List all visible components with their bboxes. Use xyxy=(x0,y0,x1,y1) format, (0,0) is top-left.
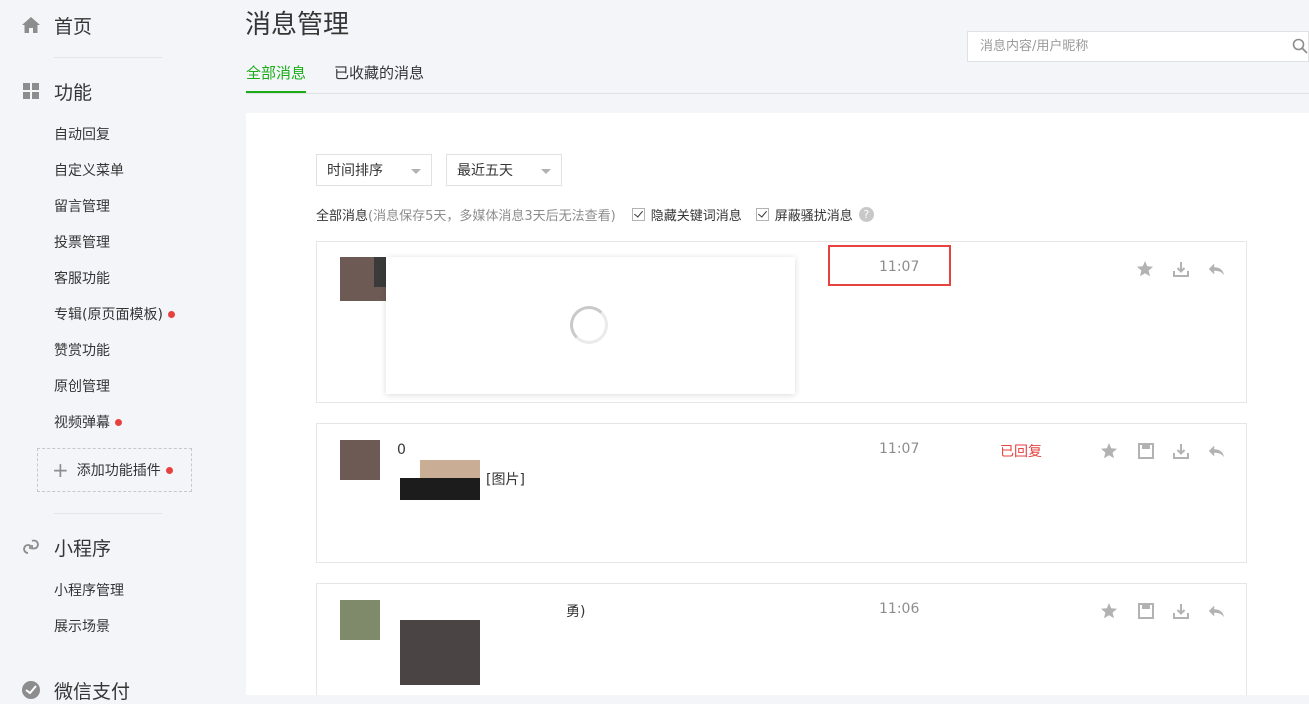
nav-miniprogram-label: 小程序 xyxy=(54,537,112,560)
new-badge-dot xyxy=(115,418,122,426)
download-icon[interactable] xyxy=(1172,442,1190,460)
sidebar-item-comments[interactable]: 留言管理 xyxy=(54,197,110,215)
block-harass-label[interactable]: 屏蔽骚扰消息 xyxy=(775,205,853,224)
sender-name: 0 xyxy=(397,442,406,458)
sidebar-item-reward[interactable]: 赞赏功能 xyxy=(54,341,110,359)
filter-label: 全部消息 xyxy=(316,208,369,224)
blurred-content xyxy=(420,460,480,480)
sidebar-item-label: 展示场景 xyxy=(54,619,110,635)
blurred-content xyxy=(400,620,480,685)
hide-keyword-checkbox[interactable] xyxy=(631,207,645,221)
search-input[interactable] xyxy=(978,38,1282,55)
sidebar-item-miniprogram-manage[interactable]: 小程序管理 xyxy=(54,581,124,599)
divider xyxy=(54,57,162,58)
loading-spinner-icon xyxy=(570,306,608,344)
message-text: 勇) xyxy=(566,604,586,620)
filter-bar: 全部消息 (消息保存5天，多媒体消息3天后无法查看) 隐藏关键词消息 屏蔽骚扰消… xyxy=(316,205,874,224)
nav-miniprogram[interactable]: 小程序 xyxy=(20,535,112,560)
range-select-value: 最近五天 xyxy=(457,163,513,179)
tab-starred-messages[interactable]: 已收藏的消息 xyxy=(334,62,424,93)
star-icon[interactable] xyxy=(1100,442,1118,460)
retention-note: (消息保存5天，多媒体消息3天后无法查看) xyxy=(368,208,616,224)
reply-icon[interactable] xyxy=(1207,442,1225,460)
avatar-overlay xyxy=(374,257,386,287)
avatar[interactable] xyxy=(340,600,380,640)
sidebar: 首页 功能 自动回复 自定义菜单 留言管理 投票管理 客服功能 专辑(原页面模板… xyxy=(0,0,230,703)
replied-status: 已回复 xyxy=(1000,444,1042,460)
message-text: [图片] xyxy=(486,472,525,488)
sidebar-item-label: 留言管理 xyxy=(54,199,110,215)
sidebar-item-auto-reply[interactable]: 自动回复 xyxy=(54,125,110,143)
sidebar-item-label: 视频弹幕 xyxy=(54,415,110,431)
nav-home[interactable]: 首页 xyxy=(20,13,93,38)
star-icon[interactable] xyxy=(1136,260,1154,278)
avatar[interactable] xyxy=(340,440,380,480)
tab-all-messages[interactable]: 全部消息 xyxy=(246,62,307,93)
sidebar-item-customer-service[interactable]: 客服功能 xyxy=(54,269,110,287)
sidebar-item-label: 专辑(原页面模板) xyxy=(54,307,163,323)
nav-home-label: 首页 xyxy=(54,15,93,38)
download-icon[interactable] xyxy=(1172,260,1190,278)
save-icon[interactable] xyxy=(1137,442,1155,460)
chevron-down-icon xyxy=(541,169,551,174)
sidebar-item-scenes[interactable]: 展示场景 xyxy=(54,617,110,635)
tab-divider xyxy=(246,93,1309,94)
sidebar-item-label: 客服功能 xyxy=(54,271,110,287)
sidebar-item-label: 投票管理 xyxy=(54,235,110,251)
sidebar-item-original[interactable]: 原创管理 xyxy=(54,377,110,395)
sidebar-item-label: 自定义菜单 xyxy=(54,163,124,179)
sidebar-item-label: 自动回复 xyxy=(54,127,110,143)
help-icon[interactable]: ? xyxy=(858,206,874,222)
sidebar-item-label: 赞赏功能 xyxy=(54,343,110,359)
nav-wechat-pay-label: 微信支付 xyxy=(54,680,131,703)
sidebar-item-custom-menu[interactable]: 自定义菜单 xyxy=(54,161,124,179)
star-icon[interactable] xyxy=(1100,602,1118,620)
sidebar-item-label: 小程序管理 xyxy=(54,583,124,599)
divider xyxy=(54,513,162,514)
add-plugin-label: 添加功能插件 xyxy=(76,463,161,479)
range-select[interactable]: 最近五天 xyxy=(446,154,562,186)
sort-select-value: 时间排序 xyxy=(327,163,383,179)
page-title: 消息管理 xyxy=(245,10,350,40)
home-icon xyxy=(20,14,42,36)
sidebar-item-label: 原创管理 xyxy=(54,379,110,395)
new-badge-dot xyxy=(165,466,173,474)
message-time: 11:06 xyxy=(879,601,920,617)
search-icon[interactable] xyxy=(1292,38,1308,58)
new-badge-dot xyxy=(167,310,175,318)
miniprogram-icon xyxy=(20,536,42,558)
chevron-down-icon xyxy=(411,169,421,174)
add-plugin-button[interactable]: + 添加功能插件 xyxy=(37,448,192,492)
plus-icon: + xyxy=(52,458,69,482)
grid-icon xyxy=(20,80,42,102)
search-box[interactable] xyxy=(967,31,1309,62)
sidebar-item-video-danmaku[interactable]: 视频弹幕 xyxy=(54,413,122,431)
sidebar-item-album[interactable]: 专辑(原页面模板) xyxy=(54,305,175,323)
blurred-content xyxy=(400,478,480,500)
sidebar-item-votes[interactable]: 投票管理 xyxy=(54,233,110,251)
nav-wechat-pay[interactable]: 微信支付 xyxy=(20,678,131,703)
reply-icon[interactable] xyxy=(1207,260,1225,278)
block-harass-checkbox[interactable] xyxy=(755,207,769,221)
wechat-pay-icon xyxy=(20,679,42,701)
message-time: 11:07 xyxy=(879,441,920,457)
download-icon[interactable] xyxy=(1172,602,1190,620)
hide-keyword-label[interactable]: 隐藏关键词消息 xyxy=(651,205,742,224)
save-icon[interactable] xyxy=(1137,602,1155,620)
sort-select[interactable]: 时间排序 xyxy=(316,154,432,186)
nav-features[interactable]: 功能 xyxy=(20,79,93,104)
time-highlight-box xyxy=(828,245,951,286)
nav-features-label: 功能 xyxy=(54,81,93,104)
reply-icon[interactable] xyxy=(1207,602,1225,620)
